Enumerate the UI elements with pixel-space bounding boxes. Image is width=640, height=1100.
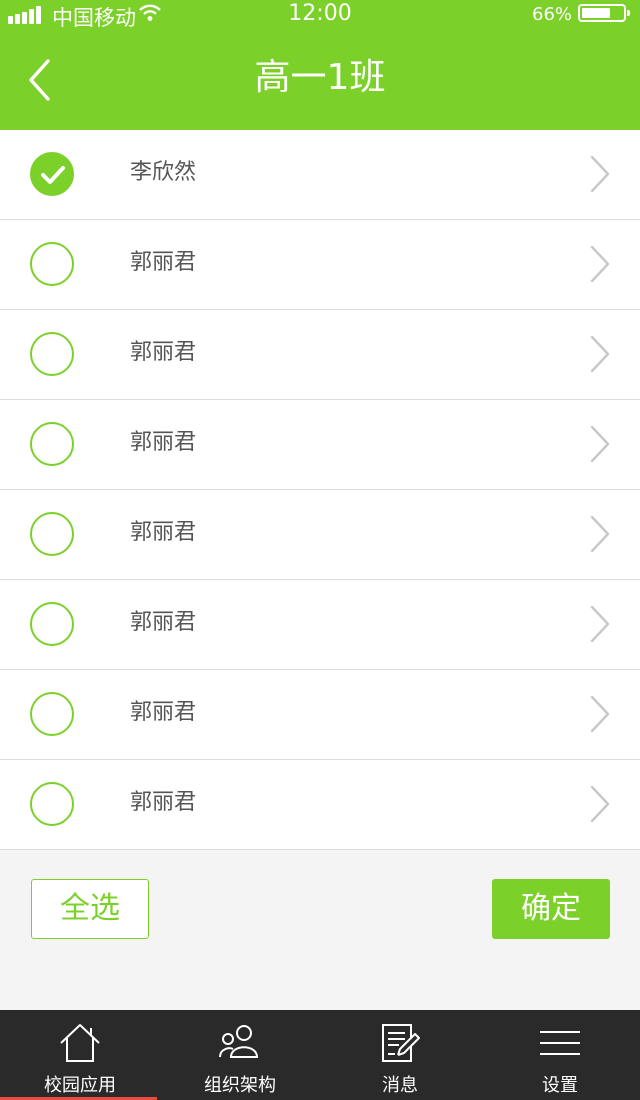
status-bar: 中国移动 12:00 66% (0, 0, 640, 30)
select-checkbox[interactable] (30, 512, 74, 556)
tab-label: 设置 (542, 1075, 578, 1096)
student-row[interactable]: 郭丽君 (0, 400, 640, 490)
student-row[interactable]: 郭丽君 (0, 310, 640, 400)
student-list: 李欣然 郭丽君 郭丽君 郭丽君 郭丽君 郭丽君 郭丽君 郭丽君 (0, 130, 640, 850)
tab-label: 校园应用 (44, 1075, 116, 1096)
student-name: 郭丽君 (130, 700, 197, 725)
tab-label: 组织架构 (204, 1075, 276, 1096)
select-checkbox[interactable] (30, 242, 74, 286)
student-name: 郭丽君 (130, 610, 197, 635)
tab-messages[interactable]: 消息 (320, 1010, 480, 1100)
chevron-right-icon (588, 784, 612, 828)
bottom-tab-bar: 校园应用 组织架构 消息 设置 (0, 1010, 640, 1100)
tab-label: 消息 (382, 1075, 418, 1096)
tab-settings[interactable]: 设置 (480, 1010, 640, 1100)
chevron-right-icon (588, 604, 612, 648)
student-row[interactable]: 李欣然 (0, 130, 640, 220)
student-name: 郭丽君 (130, 340, 197, 365)
chevron-right-icon (588, 694, 612, 738)
select-all-button[interactable]: 全选 (31, 879, 149, 939)
tab-organization[interactable]: 组织架构 (160, 1010, 320, 1100)
tab-campus-apps[interactable]: 校园应用 (0, 1010, 160, 1100)
chevron-right-icon (588, 514, 612, 558)
app-header: 中国移动 12:00 66% 高一1班 (0, 0, 640, 130)
select-checkbox[interactable] (30, 782, 74, 826)
action-bar: 全选 确定 (0, 851, 640, 1010)
page-title: 高一1班 (254, 57, 386, 98)
student-name: 李欣然 (130, 160, 197, 185)
people-icon (219, 1025, 259, 1058)
student-row[interactable]: 郭丽君 (0, 490, 640, 580)
select-checkbox[interactable] (30, 152, 74, 196)
confirm-button[interactable]: 确定 (492, 879, 610, 939)
student-name: 郭丽君 (130, 250, 197, 275)
menu-icon (540, 1031, 580, 1055)
student-name: 郭丽君 (130, 520, 197, 545)
student-row[interactable]: 郭丽君 (0, 220, 640, 310)
battery-icon (578, 4, 630, 22)
student-name: 郭丽君 (130, 790, 197, 815)
chevron-right-icon (588, 334, 612, 378)
message-icon (382, 1024, 420, 1062)
student-row[interactable]: 郭丽君 (0, 580, 640, 670)
checkmark-icon (41, 166, 65, 184)
chevron-right-icon (588, 244, 612, 288)
select-checkbox[interactable] (30, 692, 74, 736)
home-icon (60, 1024, 100, 1062)
student-row[interactable]: 郭丽君 (0, 670, 640, 760)
select-checkbox[interactable] (30, 602, 74, 646)
chevron-right-icon (588, 154, 612, 198)
chevron-right-icon (588, 424, 612, 468)
battery-percent: 66% (532, 4, 573, 25)
student-name: 郭丽君 (130, 430, 197, 455)
student-row[interactable]: 郭丽君 (0, 760, 640, 850)
select-checkbox[interactable] (30, 332, 74, 376)
select-checkbox[interactable] (30, 422, 74, 466)
